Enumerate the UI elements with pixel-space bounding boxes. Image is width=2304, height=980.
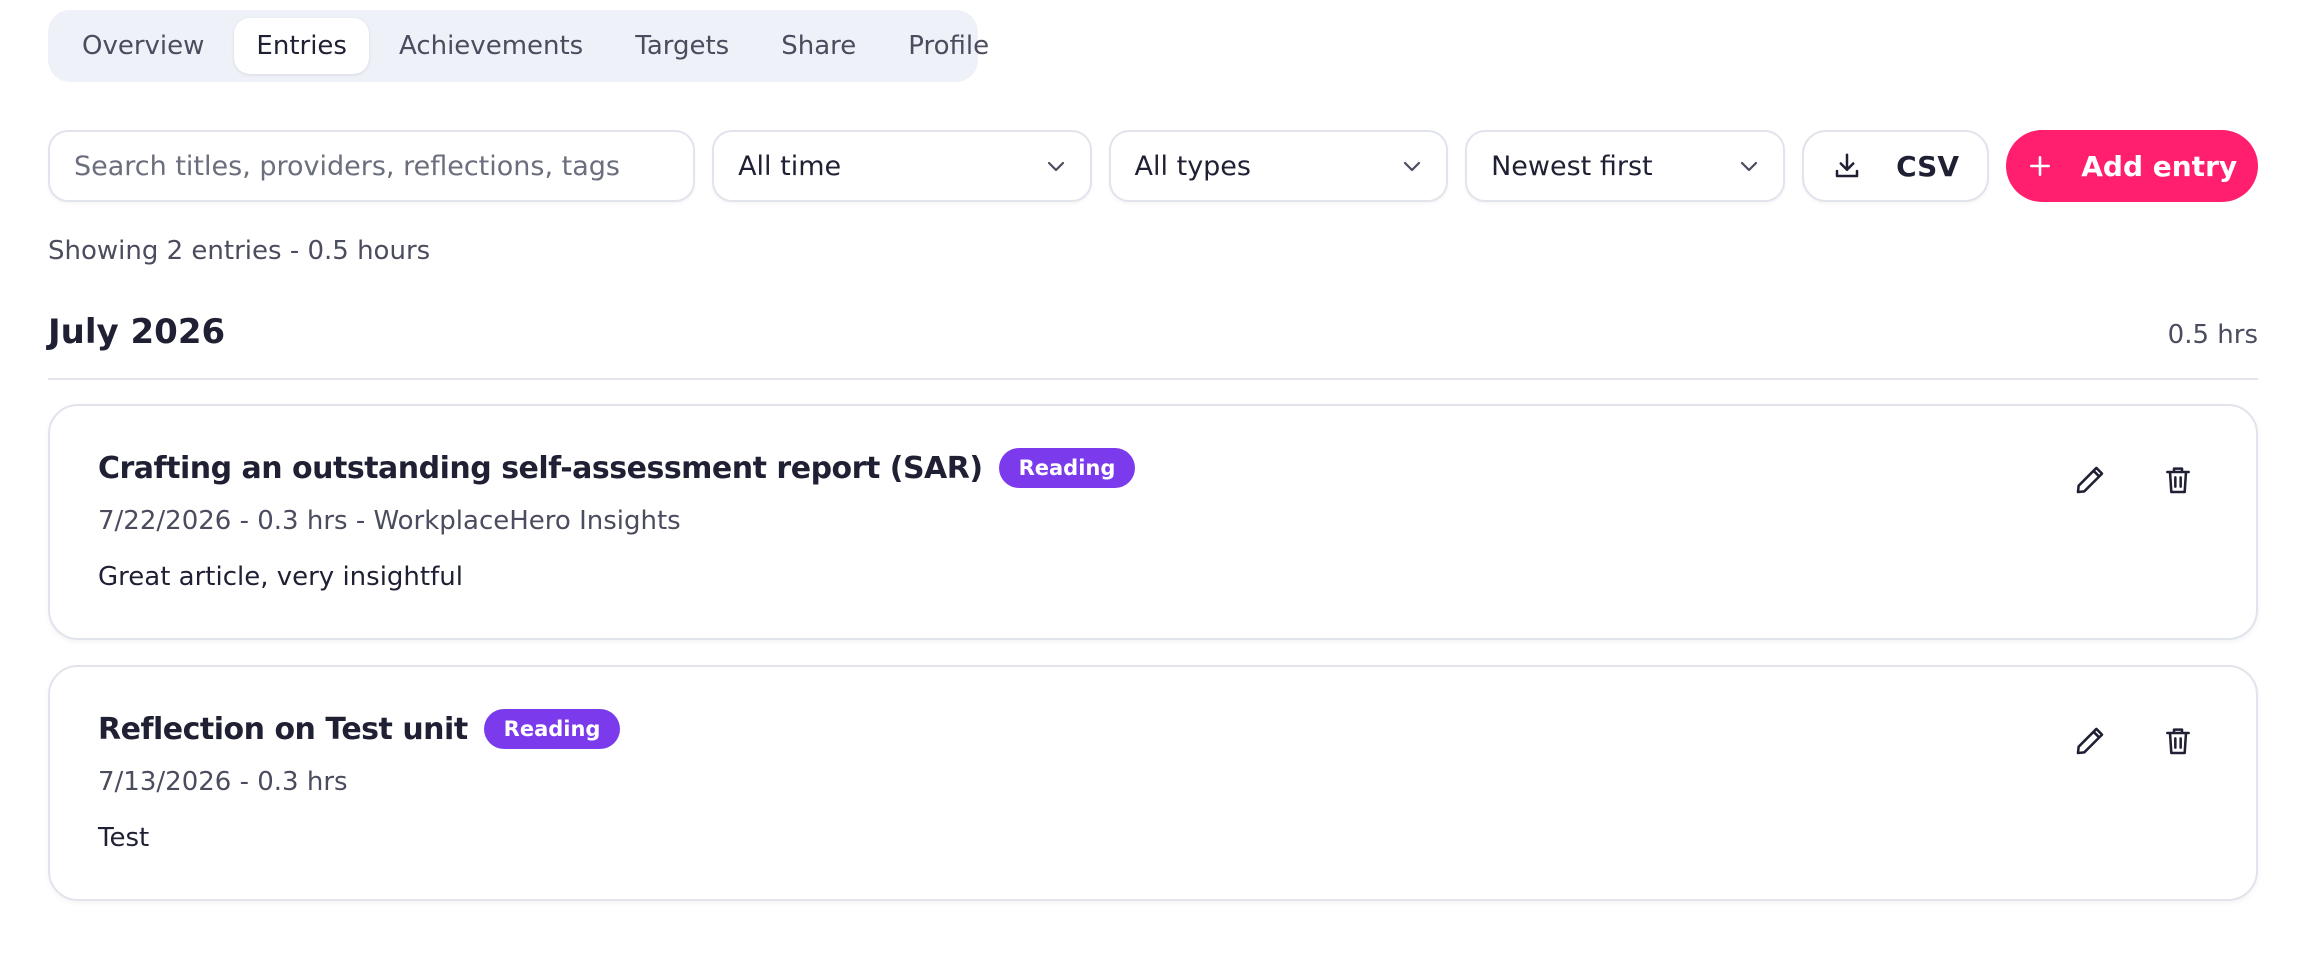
pencil-icon bbox=[2076, 466, 2104, 494]
delete-entry-button[interactable] bbox=[2160, 462, 2196, 498]
entry-title: Reflection on Test unit bbox=[98, 711, 468, 747]
entry-title: Crafting an outstanding self-assessment … bbox=[98, 450, 983, 486]
tab-targets[interactable]: Targets bbox=[613, 18, 751, 74]
entry-type-badge: Reading bbox=[483, 709, 621, 749]
tab-overview[interactable]: Overview bbox=[60, 18, 226, 74]
trash-icon bbox=[2166, 728, 2190, 755]
tab-profile[interactable]: Profile bbox=[886, 18, 1011, 74]
trash-icon bbox=[2166, 467, 2190, 494]
nav-tabs: Overview Entries Achievements Targets Sh… bbox=[48, 10, 989, 82]
entry-title-row: Crafting an outstanding self-assessment … bbox=[98, 448, 1136, 488]
add-entry-button[interactable]: Add entry bbox=[2006, 130, 2258, 202]
chevron-down-icon bbox=[1047, 161, 1064, 172]
edit-entry-button[interactable] bbox=[2072, 462, 2108, 498]
time-filter-value: All time bbox=[738, 150, 842, 182]
entry-card: Crafting an outstanding self-assessment … bbox=[48, 404, 2258, 640]
type-filter-value: All types bbox=[1134, 150, 1251, 182]
csv-label: CSV bbox=[1896, 149, 1959, 183]
entry-reflection: Great article, very insightful bbox=[98, 562, 463, 592]
edit-entry-button[interactable] bbox=[2072, 723, 2108, 759]
tab-entries[interactable]: Entries bbox=[234, 18, 369, 74]
month-group-header: July 2026 0.5 hrs bbox=[48, 306, 2258, 380]
entries-summary: Showing 2 entries - 0.5 hours bbox=[48, 236, 431, 266]
pencil-icon bbox=[2076, 727, 2104, 755]
chevron-down-icon bbox=[1403, 161, 1421, 172]
entry-title-row: Reflection on Test unit Reading bbox=[98, 709, 621, 749]
add-entry-label: Add entry bbox=[2081, 149, 2238, 183]
export-csv-button[interactable]: CSV bbox=[1801, 130, 1990, 202]
month-hours: 0.5 hrs bbox=[2167, 320, 2258, 350]
sort-select[interactable]: Newest first bbox=[1465, 130, 1785, 202]
type-filter-select[interactable]: All types bbox=[1108, 130, 1449, 202]
entry-meta: 7/22/2026 - 0.3 hrs - WorkplaceHero Insi… bbox=[98, 506, 681, 536]
filter-toolbar: All time All types Newest first CSV Add … bbox=[48, 130, 2258, 202]
entry-card: Reflection on Test unit Reading 7/13/202… bbox=[48, 665, 2258, 901]
search-input[interactable] bbox=[48, 130, 696, 202]
time-filter-select[interactable]: All time bbox=[712, 130, 1092, 202]
tab-share[interactable]: Share bbox=[759, 18, 878, 74]
entry-reflection: Test bbox=[98, 823, 150, 853]
entry-meta: 7/13/2026 - 0.3 hrs bbox=[98, 767, 348, 797]
entry-actions bbox=[2072, 462, 2196, 498]
month-title: July 2026 bbox=[48, 312, 226, 352]
entry-actions bbox=[2072, 723, 2196, 759]
entry-type-badge: Reading bbox=[998, 448, 1136, 488]
sort-value: Newest first bbox=[1491, 150, 1653, 182]
plus-icon bbox=[2030, 156, 2051, 176]
delete-entry-button[interactable] bbox=[2160, 723, 2196, 759]
chevron-down-icon bbox=[1740, 161, 1757, 172]
download-icon bbox=[1835, 153, 1859, 178]
tab-achievements[interactable]: Achievements bbox=[377, 18, 605, 74]
